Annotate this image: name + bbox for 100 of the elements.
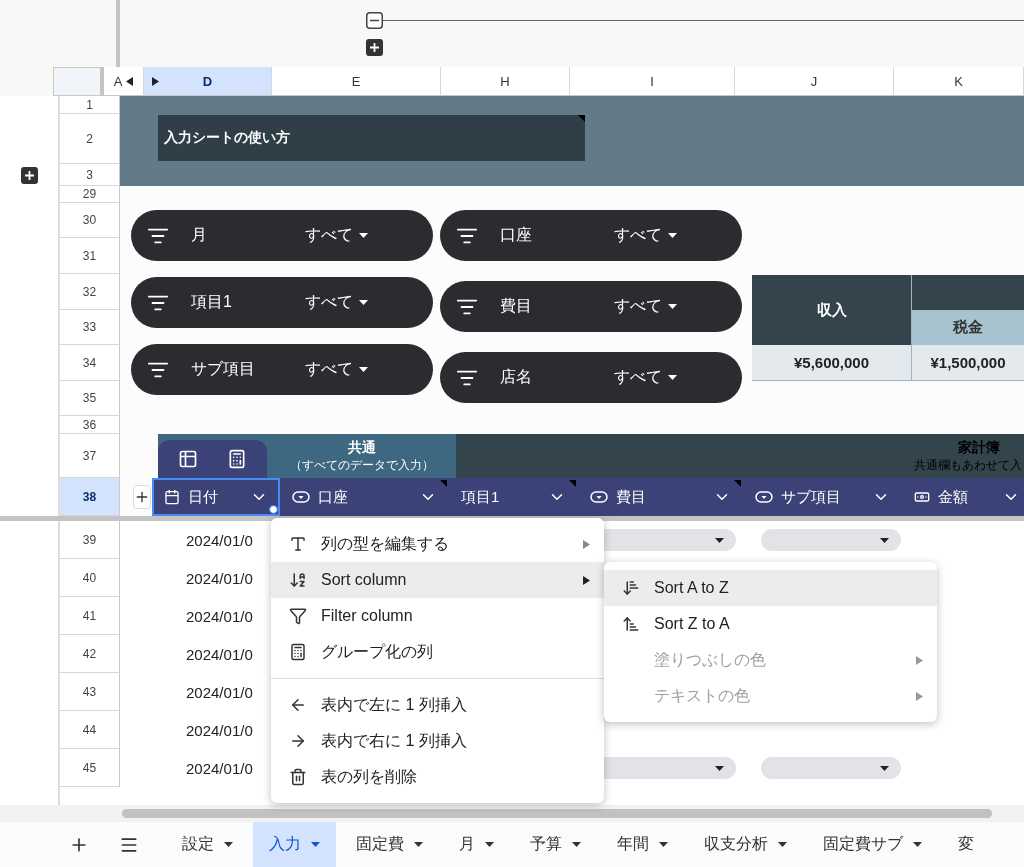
date-cell-text: 2024/01/0 [185,607,254,625]
add-column-button[interactable] [133,485,151,509]
sheet-tab[interactable]: 変 [942,822,990,867]
table-column-header[interactable]: サブ項目 [743,478,902,516]
text-type-icon [289,535,307,553]
menu-item[interactable]: Filter column [271,598,604,634]
filter-chip[interactable]: 店名 すべて [440,352,742,403]
summary-header: 収入 [752,275,911,345]
row-number[interactable]: 33 [60,310,120,345]
filter-chip[interactable]: 項目1 すべて [131,277,433,328]
sheet-tab[interactable]: 入力 [253,822,336,867]
menu-item[interactable]: 表内で左に 1 列挿入 [271,687,604,723]
caret-icon [359,233,368,238]
caret-icon [359,367,368,372]
group-title: 家計簿 [958,438,1000,457]
date-cell-text: 2024/01/0 [185,683,254,701]
row-number[interactable]: 43 [60,673,120,711]
sheet-tab[interactable]: 固定費サブ [807,822,938,867]
table-column-header[interactable]: 金額 [902,478,1024,516]
sort-icon [289,571,307,589]
menu-item[interactable]: Sort column [271,562,604,598]
caret-icon [778,842,787,847]
trash-icon [289,768,307,786]
row-number[interactable]: 1 [60,96,120,114]
menu-item[interactable]: Sort Z to A [604,606,937,642]
column-header[interactable]: D [144,67,272,96]
menu-item[interactable]: 表内で右に 1 列挿入 [271,723,604,759]
date-cell-text: 2024/01/0 [185,759,254,777]
row-number[interactable]: 36 [60,416,120,434]
caret-icon [311,842,320,847]
date-cell-text: 2024/01/0 [185,645,254,663]
row-number[interactable]: 2 [60,114,120,164]
column-header[interactable]: K [894,67,1024,96]
plus-icon [134,489,150,505]
sheet-tab[interactable]: 設定 [166,822,249,867]
group-subtitle: （すべてのデータで入力） [289,456,434,474]
filter-chip[interactable]: 費目 すべて [440,281,742,332]
expand-arrow-icon[interactable] [152,76,159,86]
group-subtitle: 共通欄もあわせて入 [914,456,1022,474]
menu-item[interactable]: 表の列を削除 [271,759,604,795]
row-number[interactable]: 30 [60,203,120,238]
scrollbar-thumb[interactable] [122,809,992,818]
row-number[interactable]: 29 [60,186,120,203]
row-number[interactable]: 45 [60,749,120,787]
column-header[interactable]: H [441,67,570,96]
expand-arrow-icon[interactable] [126,76,134,86]
row-number[interactable]: 41 [60,597,120,635]
filter-chip[interactable]: 月 すべて [131,210,433,261]
row-number[interactable]: 35 [60,381,120,416]
row-number[interactable]: 44 [60,711,120,749]
resize-handle[interactable] [269,505,278,514]
row-number[interactable]: 37 [60,434,120,478]
caret-icon [668,233,677,238]
sheet-tab[interactable]: 予算 [514,822,597,867]
menu-item[interactable]: Sort A to Z [604,570,937,606]
row-number[interactable]: 3 [60,164,120,186]
column-header[interactable]: E [272,67,441,96]
row-number[interactable]: 31 [60,238,120,274]
date-cell-text: 2024/01/0 [185,531,254,549]
expand-icon[interactable] [20,167,38,184]
collapse-icon[interactable] [366,12,383,29]
calendar-icon [164,489,180,505]
filter-chip[interactable]: 口座 すべて [440,210,742,261]
dropdown-field[interactable] [761,757,901,779]
summary-value: ¥5,600,000 [752,345,911,381]
row-number[interactable]: 38 [60,478,120,516]
filter-icon [289,607,307,625]
table-column-header[interactable]: 口座 [280,478,449,516]
column-header[interactable]: I [570,67,735,96]
caret-icon [880,765,889,771]
row-number[interactable]: 39 [60,521,120,559]
table-column-header[interactable]: 日付 [152,478,280,516]
caret-icon [572,842,581,847]
sort-descending-icon [622,615,640,633]
sheet-tab[interactable]: 月 [443,822,510,867]
submenu-arrow-icon [583,539,590,549]
table-column-header[interactable]: 費目 [578,478,743,516]
row-number[interactable]: 42 [60,635,120,673]
table-column-header[interactable]: 項目1 [449,478,578,516]
caret-icon [913,842,922,847]
column-header[interactable]: J [735,67,894,96]
banner-title: 入力シートの使い方 [158,115,585,161]
sheet-tab[interactable]: 収支分析 [688,822,803,867]
dropdown-field[interactable] [761,529,901,551]
summary-value: ¥1,500,000 [912,345,1024,381]
row-number[interactable]: 40 [60,559,120,597]
row-number[interactable]: 32 [60,274,120,310]
sheet-tab[interactable]: 固定費 [340,822,439,867]
group-title: 共通 [347,438,376,457]
filter-chip[interactable]: サブ項目 すべて [131,344,433,395]
menu-item[interactable]: 列の型を編集する [271,526,604,562]
caret-icon [659,842,668,847]
banknote-icon [914,489,930,505]
expand-icon[interactable] [366,39,383,56]
column-header[interactable]: A [104,67,144,96]
menu-item[interactable]: グループ化の列 [271,634,604,670]
submenu-arrow-icon [916,655,923,665]
dropdown-chip-icon [590,491,608,503]
sheet-tab[interactable]: 年間 [601,822,684,867]
row-number[interactable]: 34 [60,345,120,381]
